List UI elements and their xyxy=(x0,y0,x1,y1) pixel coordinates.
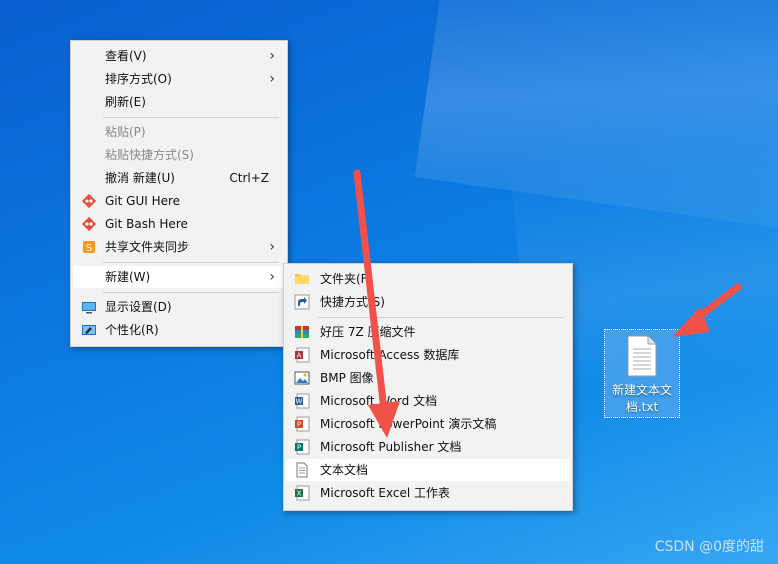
git-icon xyxy=(81,193,97,209)
submenu-item-7z-archive[interactable]: 好压 7Z 压缩文件 xyxy=(286,321,570,343)
menu-item-display-settings[interactable]: 显示设置(D) xyxy=(73,296,285,318)
menu-separator xyxy=(103,262,279,263)
access-icon: A xyxy=(295,347,310,363)
menu-item-label: 粘贴快捷方式(S) xyxy=(105,148,194,162)
menu-item-paste-shortcut: 粘贴快捷方式(S) xyxy=(73,144,285,166)
menu-item-label: 撤消 新建(U) xyxy=(105,171,175,185)
svg-text:X: X xyxy=(297,490,302,498)
menu-item-label: 共享文件夹同步 xyxy=(105,240,190,254)
desktop-file-new-text-document[interactable]: 新建文本文档.txt xyxy=(604,329,680,418)
menu-item-share-sync[interactable]: S 共享文件夹同步 › xyxy=(73,236,285,258)
menu-item-label: 好压 7Z 压缩文件 xyxy=(320,325,416,339)
bmp-icon xyxy=(294,371,310,385)
svg-text:P: P xyxy=(297,421,301,429)
archive-icon xyxy=(295,326,309,338)
display-icon xyxy=(82,302,96,314)
watermark: CSDN @0度的甜 xyxy=(654,539,764,555)
shortcut-label: Ctrl+Z xyxy=(229,171,269,185)
svg-text:P: P xyxy=(297,444,301,452)
text-file-icon xyxy=(627,335,657,377)
submenu-item-bmp[interactable]: BMP 图像 xyxy=(286,367,570,389)
menu-item-label: 新建(W) xyxy=(105,270,151,284)
new-submenu: 文件夹(F) 快捷方式(S) 好压 7Z 压缩文件 A Microsoft Ac… xyxy=(283,263,573,511)
personalize-icon xyxy=(82,325,96,335)
publisher-icon: P xyxy=(295,439,310,455)
menu-separator xyxy=(318,317,564,318)
menu-item-paste: 粘贴(P) xyxy=(73,121,285,143)
submenu-item-access[interactable]: A Microsoft Access 数据库 xyxy=(286,344,570,366)
submenu-item-excel[interactable]: X Microsoft Excel 工作表 xyxy=(286,482,570,504)
svg-text:W: W xyxy=(296,398,303,406)
menu-separator xyxy=(103,117,279,118)
chevron-right-icon: › xyxy=(269,269,275,285)
menu-item-personalize[interactable]: 个性化(R) xyxy=(73,319,285,341)
submenu-item-publisher[interactable]: P Microsoft Publisher 文档 xyxy=(286,436,570,458)
folder-icon xyxy=(295,274,309,284)
menu-item-label: Microsoft Publisher 文档 xyxy=(320,440,462,454)
menu-separator xyxy=(103,292,279,293)
menu-item-sort-by[interactable]: 排序方式(O) › xyxy=(73,68,285,90)
menu-item-label: 排序方式(O) xyxy=(105,72,172,86)
submenu-item-shortcut[interactable]: 快捷方式(S) xyxy=(286,291,570,313)
menu-item-label: 粘贴(P) xyxy=(105,125,146,139)
desktop-context-menu: 查看(V) › 排序方式(O) › 刷新(E) 粘贴(P) 粘贴快捷方式(S) … xyxy=(70,40,288,347)
menu-item-undo-new[interactable]: 撤消 新建(U) Ctrl+Z xyxy=(73,167,285,189)
submenu-item-powerpoint[interactable]: P Microsoft PowerPoint 演示文稿 xyxy=(286,413,570,435)
menu-item-view[interactable]: 查看(V) › xyxy=(73,45,285,67)
menu-item-label: 查看(V) xyxy=(105,49,147,63)
menu-item-label: 显示设置(D) xyxy=(105,300,172,314)
menu-item-label: BMP 图像 xyxy=(320,371,374,385)
menu-item-label: Microsoft Word 文档 xyxy=(320,394,438,408)
menu-item-label: Git GUI Here xyxy=(105,194,181,208)
svg-text:A: A xyxy=(297,352,302,360)
submenu-item-text-document[interactable]: 文本文档 xyxy=(286,459,570,481)
chevron-right-icon: › xyxy=(269,239,275,255)
svg-text:S: S xyxy=(86,243,92,254)
menu-item-label: Microsoft PowerPoint 演示文稿 xyxy=(320,417,497,431)
text-doc-icon xyxy=(296,462,308,478)
menu-item-label: 个性化(R) xyxy=(105,323,159,337)
menu-item-label: 文件夹(F) xyxy=(320,272,373,286)
submenu-item-word[interactable]: W Microsoft Word 文档 xyxy=(286,390,570,412)
menu-item-label: Git Bash Here xyxy=(105,217,188,231)
menu-item-git-bash[interactable]: Git Bash Here xyxy=(73,213,285,235)
shortcut-icon xyxy=(294,294,310,310)
menu-item-label: Microsoft Excel 工作表 xyxy=(320,486,451,500)
excel-icon: X xyxy=(295,485,310,501)
desktop-file-name: 新建文本文档.txt xyxy=(611,383,672,414)
menu-item-label: 文本文档 xyxy=(320,463,369,477)
powerpoint-icon: P xyxy=(295,416,310,432)
menu-item-refresh[interactable]: 刷新(E) xyxy=(73,91,285,113)
annotation-arrow-to-file xyxy=(672,283,742,337)
menu-item-new[interactable]: 新建(W) › xyxy=(73,266,285,288)
menu-item-label: Microsoft Access 数据库 xyxy=(320,348,460,362)
chevron-right-icon: › xyxy=(269,48,275,64)
menu-item-label: 快捷方式(S) xyxy=(320,295,385,309)
menu-item-label: 刷新(E) xyxy=(105,95,146,109)
chevron-right-icon: › xyxy=(269,71,275,87)
git-icon xyxy=(81,216,97,232)
share-sync-icon: S xyxy=(83,241,95,254)
menu-item-git-gui[interactable]: Git GUI Here xyxy=(73,190,285,212)
word-icon: W xyxy=(295,393,310,409)
submenu-item-folder[interactable]: 文件夹(F) xyxy=(286,268,570,290)
